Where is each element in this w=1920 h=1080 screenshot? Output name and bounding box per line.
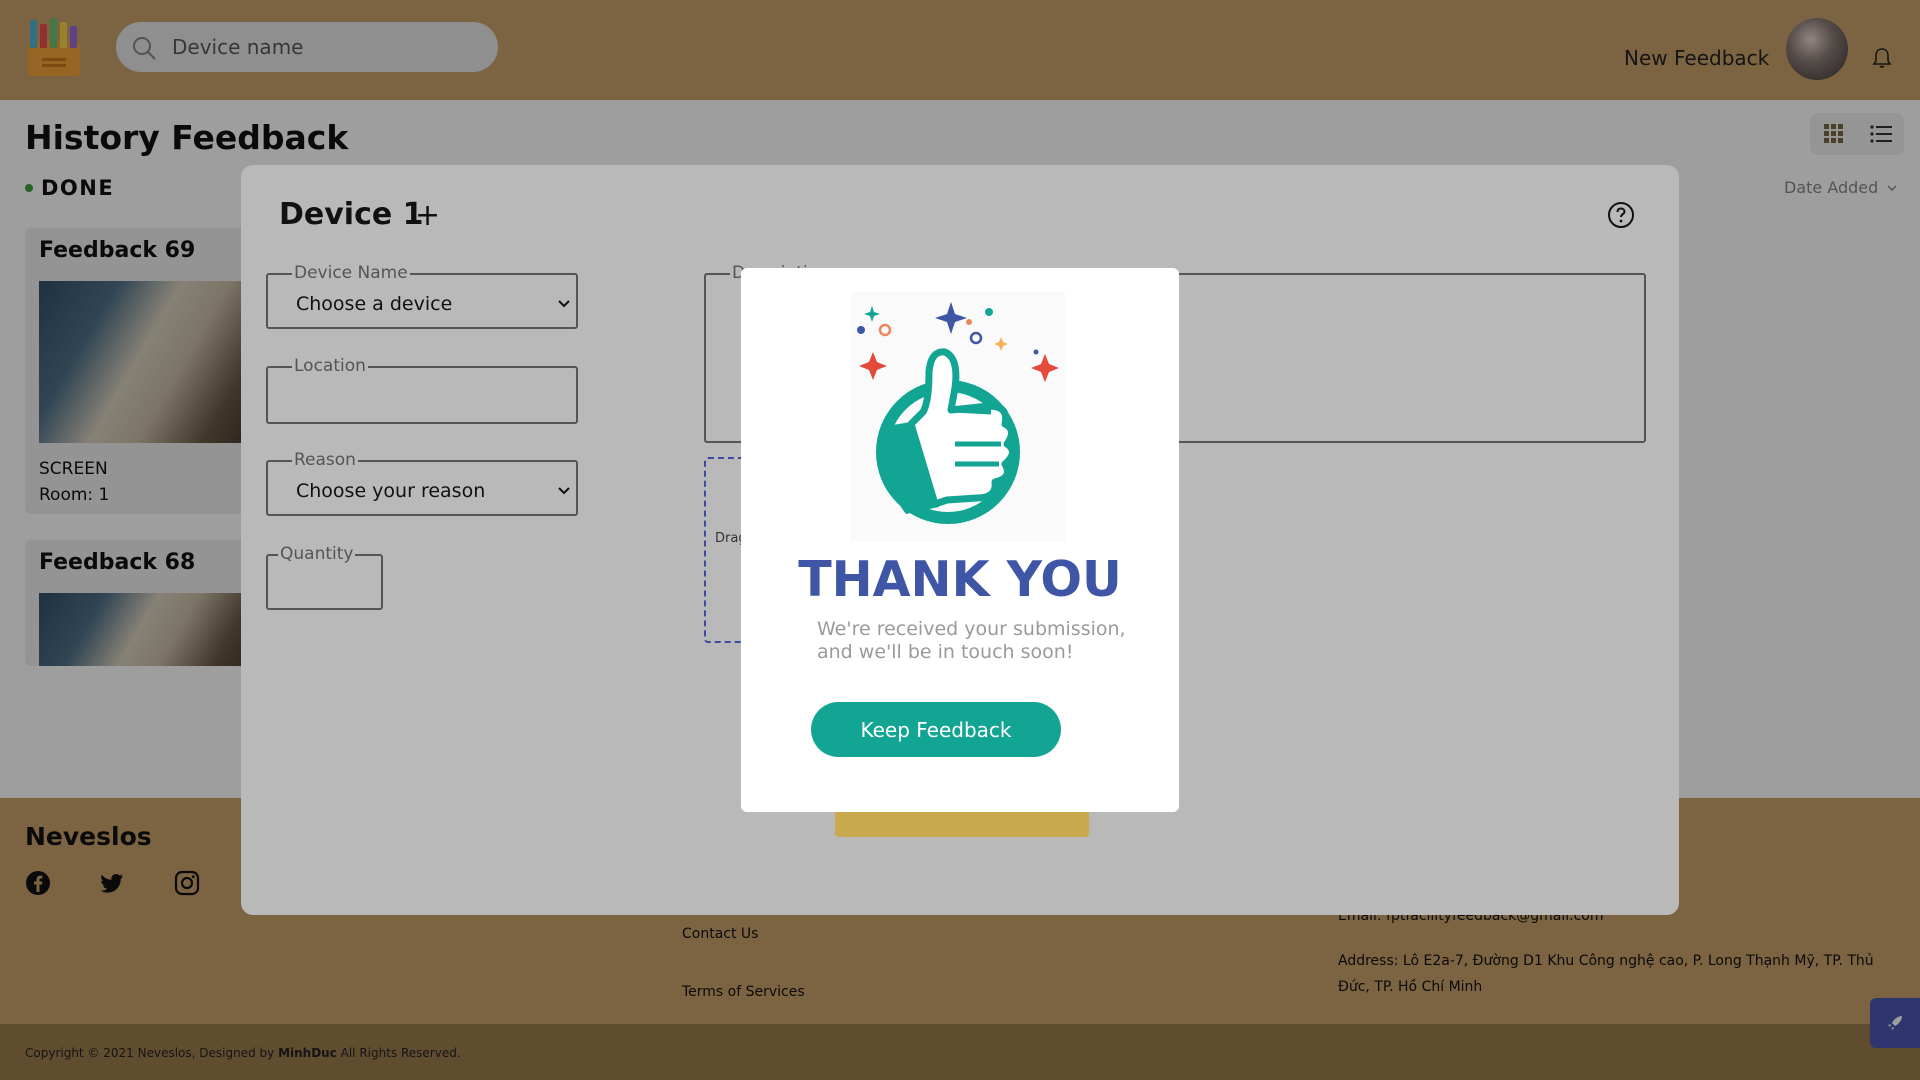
quantity-label: Quantity [278,544,356,564]
keep-feedback-button[interactable]: Keep Feedback [811,702,1061,757]
form-device-title: Device 1 [279,197,424,232]
chevron-down-icon [558,487,570,495]
thumbs-up-illustration [851,292,1065,542]
thank-you-title: THANK YOU [798,551,1122,608]
reason-value: Choose your reason [296,480,486,502]
device-name-select[interactable]: Device Name Choose a device [266,264,578,329]
help-icon[interactable] [1607,201,1635,229]
location-label: Location [292,356,368,376]
device-name-value: Choose a device [296,293,453,315]
thank-you-message: We're received your submission, and we'l… [817,618,1126,663]
thank-you-popup: THANK YOU We're received your submission… [741,268,1179,812]
reason-select[interactable]: Reason Choose your reason [266,451,578,516]
add-device-button[interactable]: + [415,201,440,231]
chevron-down-icon [558,300,570,308]
quantity-field[interactable]: Quantity [266,545,383,610]
reason-label: Reason [292,450,358,470]
location-field[interactable]: Location [266,357,578,424]
device-name-label: Device Name [292,263,410,283]
